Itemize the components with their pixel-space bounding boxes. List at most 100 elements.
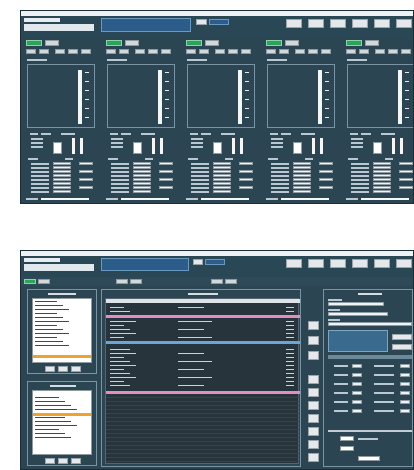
list-item[interactable] <box>35 409 77 410</box>
param-field[interactable] <box>399 186 413 189</box>
param-field[interactable] <box>239 170 253 173</box>
param-field[interactable] <box>79 162 93 165</box>
channel-option-button[interactable] <box>68 49 78 54</box>
tab-1[interactable] <box>38 279 50 284</box>
list-item[interactable] <box>35 317 63 318</box>
side-button-lower[interactable] <box>308 388 319 397</box>
param-field[interactable] <box>239 162 253 165</box>
param-field[interactable] <box>239 186 253 189</box>
param-field[interactable] <box>293 178 311 181</box>
param-field[interactable] <box>373 190 391 193</box>
side-button-lower[interactable] <box>308 440 319 449</box>
channel-select-button[interactable] <box>205 40 219 46</box>
channel-select-button[interactable] <box>285 40 299 46</box>
list-button-2[interactable] <box>58 366 68 372</box>
param-field[interactable] <box>53 186 71 189</box>
channel-mode-button[interactable] <box>26 40 42 46</box>
text-field-3[interactable] <box>328 322 412 326</box>
param-field[interactable] <box>213 190 231 193</box>
param-field[interactable] <box>239 178 253 181</box>
list-item-selected[interactable] <box>33 355 91 358</box>
param-field[interactable] <box>293 182 311 185</box>
toolbar-button-3[interactable] <box>330 259 346 268</box>
tab-4[interactable] <box>211 279 223 284</box>
param-field[interactable] <box>159 170 173 173</box>
param-field[interactable] <box>373 162 391 165</box>
param-field[interactable] <box>399 162 413 165</box>
side-button-lower[interactable] <box>308 414 319 423</box>
channel-option-button[interactable] <box>359 49 369 54</box>
param-field[interactable] <box>79 186 93 189</box>
list-item[interactable] <box>35 301 57 302</box>
detail-field[interactable] <box>400 409 410 413</box>
toolbar-button-3[interactable] <box>330 19 346 28</box>
list-item[interactable] <box>35 433 65 434</box>
list-item-selected[interactable] <box>33 413 91 416</box>
side-button-1[interactable] <box>308 321 319 330</box>
list-button-4[interactable] <box>45 458 55 464</box>
param-field[interactable] <box>319 162 333 165</box>
channel-option-button[interactable] <box>388 49 398 54</box>
channel-option-button[interactable] <box>135 49 145 54</box>
param-field[interactable] <box>159 162 173 165</box>
table-row-selected[interactable] <box>106 315 300 318</box>
side-button-lower[interactable] <box>308 401 319 410</box>
list-item[interactable] <box>35 421 71 422</box>
list-item[interactable] <box>35 309 69 310</box>
param-field[interactable] <box>319 178 333 181</box>
param-field[interactable] <box>213 182 231 185</box>
channel-select-button[interactable] <box>365 40 379 46</box>
list-button-3[interactable] <box>71 366 81 372</box>
toolbar-button-6[interactable] <box>396 259 412 268</box>
detail-field[interactable] <box>400 391 410 395</box>
channel-option-button[interactable] <box>228 49 238 54</box>
channel-mode-button[interactable] <box>346 40 362 46</box>
param-field[interactable] <box>53 166 71 169</box>
list-item[interactable] <box>35 333 69 334</box>
detail-button-1[interactable] <box>392 334 412 340</box>
list-item[interactable] <box>35 425 77 426</box>
channel-option-button[interactable] <box>401 49 411 54</box>
list-item[interactable] <box>35 329 63 330</box>
channel-mode-button[interactable] <box>106 40 122 46</box>
channel-option-button[interactable] <box>375 49 385 54</box>
param-field[interactable] <box>373 174 391 177</box>
list-item[interactable] <box>35 325 57 326</box>
param-field[interactable] <box>159 186 173 189</box>
channel-option-button[interactable] <box>161 49 171 54</box>
list-item[interactable] <box>35 341 63 342</box>
param-field[interactable] <box>213 166 231 169</box>
channel-option-button[interactable] <box>215 49 225 54</box>
text-field-2[interactable] <box>328 312 388 316</box>
list-item[interactable] <box>35 405 71 406</box>
small-button[interactable] <box>193 259 203 265</box>
side-button-lower[interactable] <box>308 453 319 462</box>
side-button-2[interactable] <box>308 336 319 345</box>
detail-button-2[interactable] <box>392 344 412 350</box>
param-field[interactable] <box>213 186 231 189</box>
channel-option-button[interactable] <box>295 49 305 54</box>
param-field[interactable] <box>53 170 71 173</box>
channel-option-button[interactable] <box>321 49 331 54</box>
table-row-selected[interactable] <box>106 391 300 394</box>
list-button-6[interactable] <box>71 458 81 464</box>
toolbar-button-4[interactable] <box>352 19 368 28</box>
list-item[interactable] <box>35 417 65 418</box>
select-box[interactable] <box>358 456 380 461</box>
tab-active[interactable] <box>24 279 36 284</box>
param-field[interactable] <box>319 170 333 173</box>
tab-5[interactable] <box>225 279 237 284</box>
channel-option-button[interactable] <box>199 49 209 54</box>
channel-option-button[interactable] <box>148 49 158 54</box>
param-field[interactable] <box>399 170 413 173</box>
param-field[interactable] <box>399 178 413 181</box>
side-button-lower[interactable] <box>308 375 319 384</box>
list-item[interactable] <box>35 429 59 430</box>
param-field[interactable] <box>159 178 173 181</box>
detail-field[interactable] <box>352 400 362 404</box>
channel-option-button[interactable] <box>81 49 91 54</box>
channel-mode-button[interactable] <box>186 40 202 46</box>
param-field[interactable] <box>213 178 231 181</box>
detail-field[interactable] <box>352 391 362 395</box>
option-box[interactable] <box>340 446 354 451</box>
